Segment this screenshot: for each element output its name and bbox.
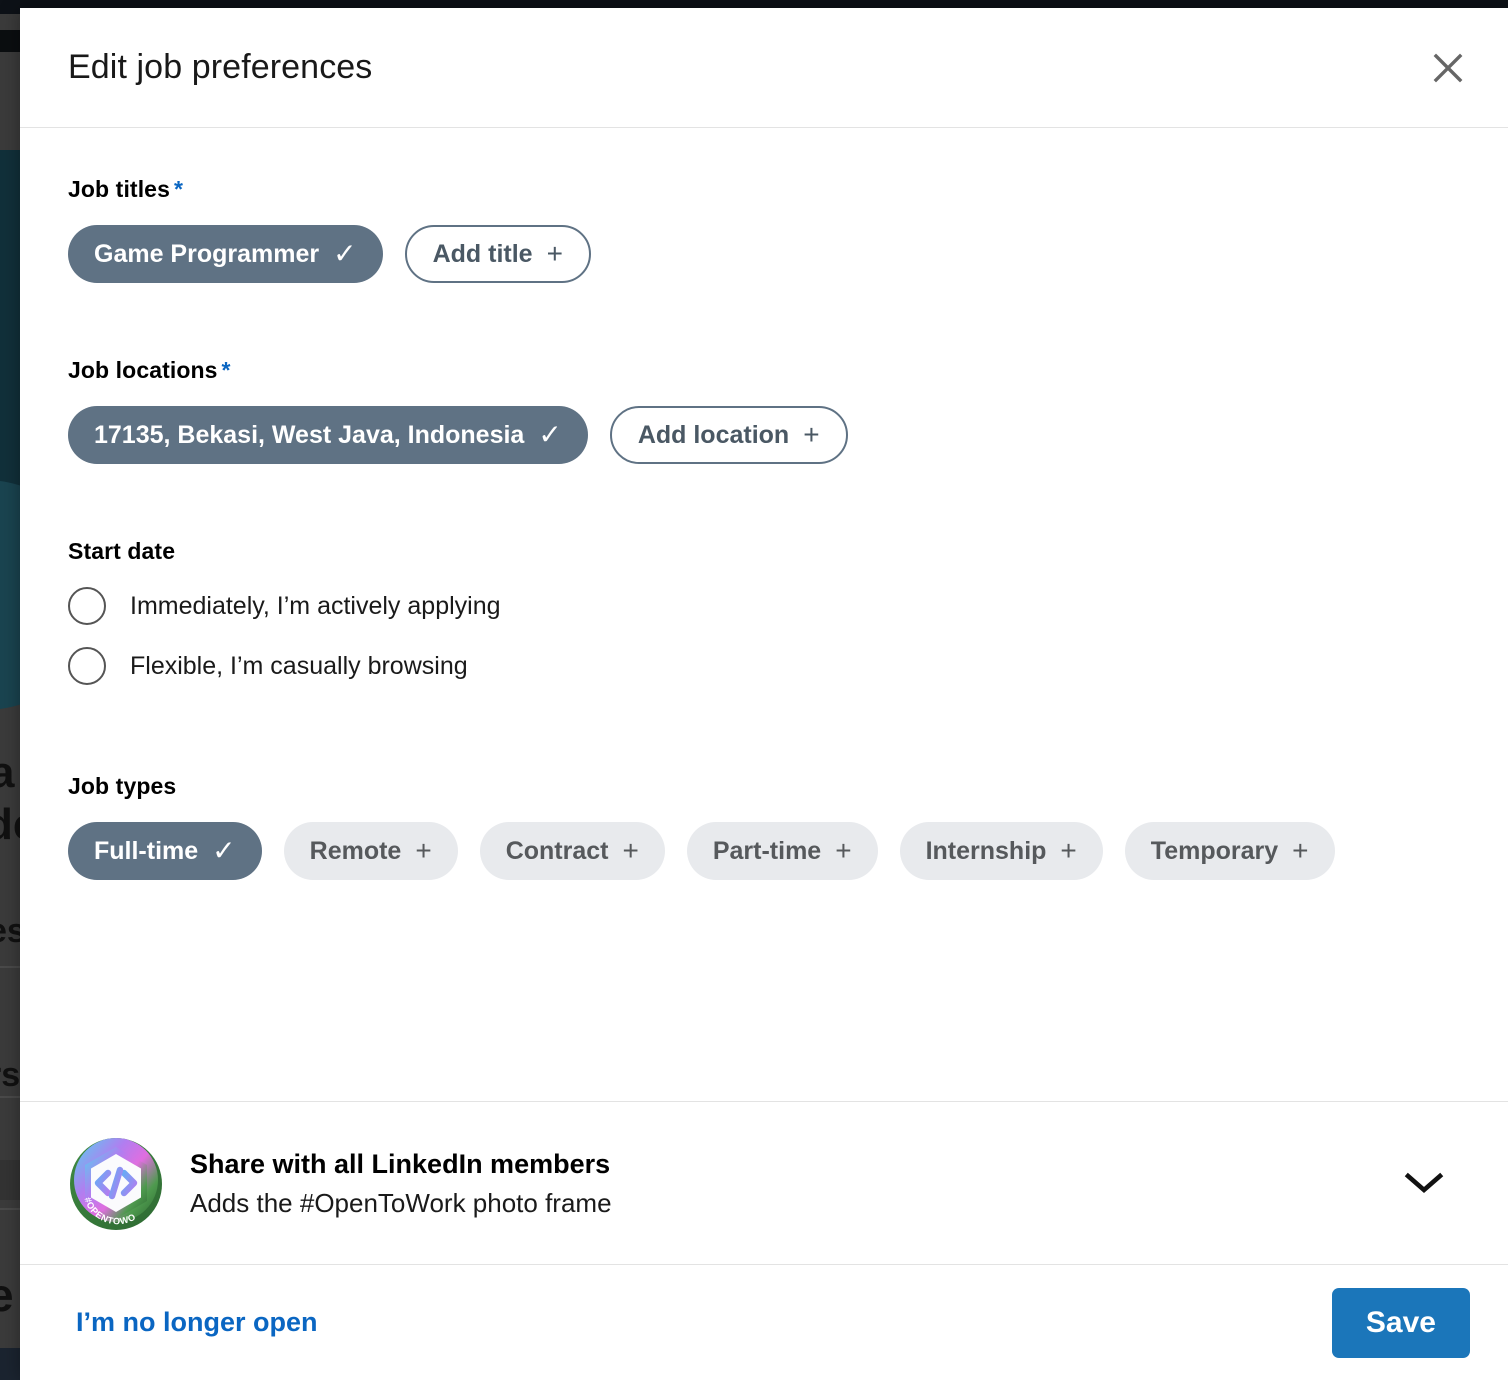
plus-icon: +: [803, 421, 819, 449]
add-location-label: Add location: [638, 423, 789, 448]
section-spacer: [68, 707, 1460, 773]
job-type-chip-label: Contract: [506, 839, 609, 864]
job-location-chip-selected[interactable]: 17135, Bekasi, West Java, Indonesia ✓: [68, 406, 588, 464]
job-type-chip-label: Internship: [926, 839, 1047, 864]
check-icon: ✓: [212, 837, 235, 865]
job-title-chip-selected[interactable]: Game Programmer ✓: [68, 225, 383, 283]
open-to-work-badge-icon: #OPENTOWORK: [68, 1136, 164, 1232]
job-locations-pill-row: 17135, Bekasi, West Java, Indonesia ✓ Ad…: [68, 406, 1460, 464]
dialog-header: Edit job preferences: [20, 8, 1508, 128]
job-titles-label: Job titles*: [68, 176, 1460, 203]
plus-icon: +: [835, 837, 851, 865]
plus-icon: +: [1292, 837, 1308, 865]
job-locations-label-text: Job locations: [68, 357, 218, 383]
radio-icon[interactable]: [68, 587, 106, 625]
start-date-option-immediately[interactable]: Immediately, I’m actively applying: [68, 587, 1460, 625]
job-locations-label: Job locations*: [68, 357, 1460, 384]
start-date-option-label: Immediately, I’m actively applying: [130, 592, 501, 621]
job-titles-section: Job titles* Game Programmer ✓ Add title …: [68, 176, 1460, 283]
job-type-chip-label: Temporary: [1151, 839, 1278, 864]
job-type-chip-internship[interactable]: Internship +: [900, 822, 1103, 880]
add-title-label: Add title: [433, 242, 533, 267]
job-type-chip-label: Remote: [310, 839, 402, 864]
close-icon: [1428, 48, 1468, 88]
no-longer-open-link[interactable]: I’m no longer open: [68, 1297, 326, 1348]
section-spacer: [68, 283, 1460, 357]
start-date-section: Start date Immediately, I’m actively app…: [68, 538, 1460, 685]
job-titles-label-text: Job titles: [68, 176, 170, 202]
job-type-chip-part-time[interactable]: Part-time +: [687, 822, 878, 880]
required-asterisk: *: [222, 357, 231, 383]
backdrop-text-fragment: e: [0, 1268, 14, 1322]
job-type-chip-temporary[interactable]: Temporary +: [1125, 822, 1335, 880]
plus-icon: +: [547, 240, 563, 268]
job-title-chip-label: Game Programmer: [94, 242, 319, 267]
job-locations-section: Job locations* 17135, Bekasi, West Java,…: [68, 357, 1460, 464]
radio-icon[interactable]: [68, 647, 106, 685]
plus-icon: +: [415, 837, 431, 865]
dialog-body: Job titles* Game Programmer ✓ Add title …: [20, 128, 1508, 1063]
start-date-option-flexible[interactable]: Flexible, I’m casually browsing: [68, 647, 1460, 685]
job-types-label: Job types: [68, 773, 1460, 800]
expand-share-button[interactable]: [1388, 1148, 1460, 1220]
share-title: Share with all LinkedIn members: [190, 1149, 1362, 1180]
job-titles-pill-row: Game Programmer ✓ Add title +: [68, 225, 1460, 283]
section-spacer: [68, 464, 1460, 538]
job-types-section: Job types Full-time ✓ Remote + Contract …: [68, 773, 1460, 880]
backdrop-text-fragment: a: [0, 748, 14, 798]
job-location-chip-label: 17135, Bekasi, West Java, Indonesia: [94, 423, 524, 448]
job-type-chip-remote[interactable]: Remote +: [284, 822, 458, 880]
plus-icon: +: [622, 837, 638, 865]
job-type-chip-full-time[interactable]: Full-time ✓: [68, 822, 262, 880]
add-location-button[interactable]: Add location +: [610, 406, 848, 464]
share-visibility-row[interactable]: #OPENTOWORK Share with all LinkedIn memb…: [20, 1101, 1508, 1264]
backdrop-text-fragment: rs: [0, 1056, 20, 1095]
chevron-down-icon: [1402, 1168, 1446, 1201]
start-date-label: Start date: [68, 538, 1460, 565]
check-icon: ✓: [538, 421, 561, 449]
start-date-option-label: Flexible, I’m casually browsing: [130, 652, 468, 681]
edit-job-preferences-dialog: Edit job preferences Job titles* Game Pr…: [20, 8, 1508, 1380]
plus-icon: +: [1060, 837, 1076, 865]
share-text-block: Share with all LinkedIn members Adds the…: [190, 1149, 1362, 1219]
job-types-pill-row: Full-time ✓ Remote + Contract + Part-tim…: [68, 822, 1460, 880]
dialog-title: Edit job preferences: [68, 48, 372, 87]
dialog-footer: I’m no longer open Save: [20, 1264, 1508, 1380]
save-button[interactable]: Save: [1332, 1288, 1470, 1358]
close-button[interactable]: [1416, 36, 1480, 100]
check-icon: ✓: [333, 240, 356, 268]
share-subtitle: Adds the #OpenToWork photo frame: [190, 1188, 1362, 1219]
job-type-chip-contract[interactable]: Contract +: [480, 822, 665, 880]
add-title-button[interactable]: Add title +: [405, 225, 591, 283]
required-asterisk: *: [174, 176, 183, 202]
job-type-chip-label: Full-time: [94, 839, 198, 864]
job-type-chip-label: Part-time: [713, 839, 821, 864]
